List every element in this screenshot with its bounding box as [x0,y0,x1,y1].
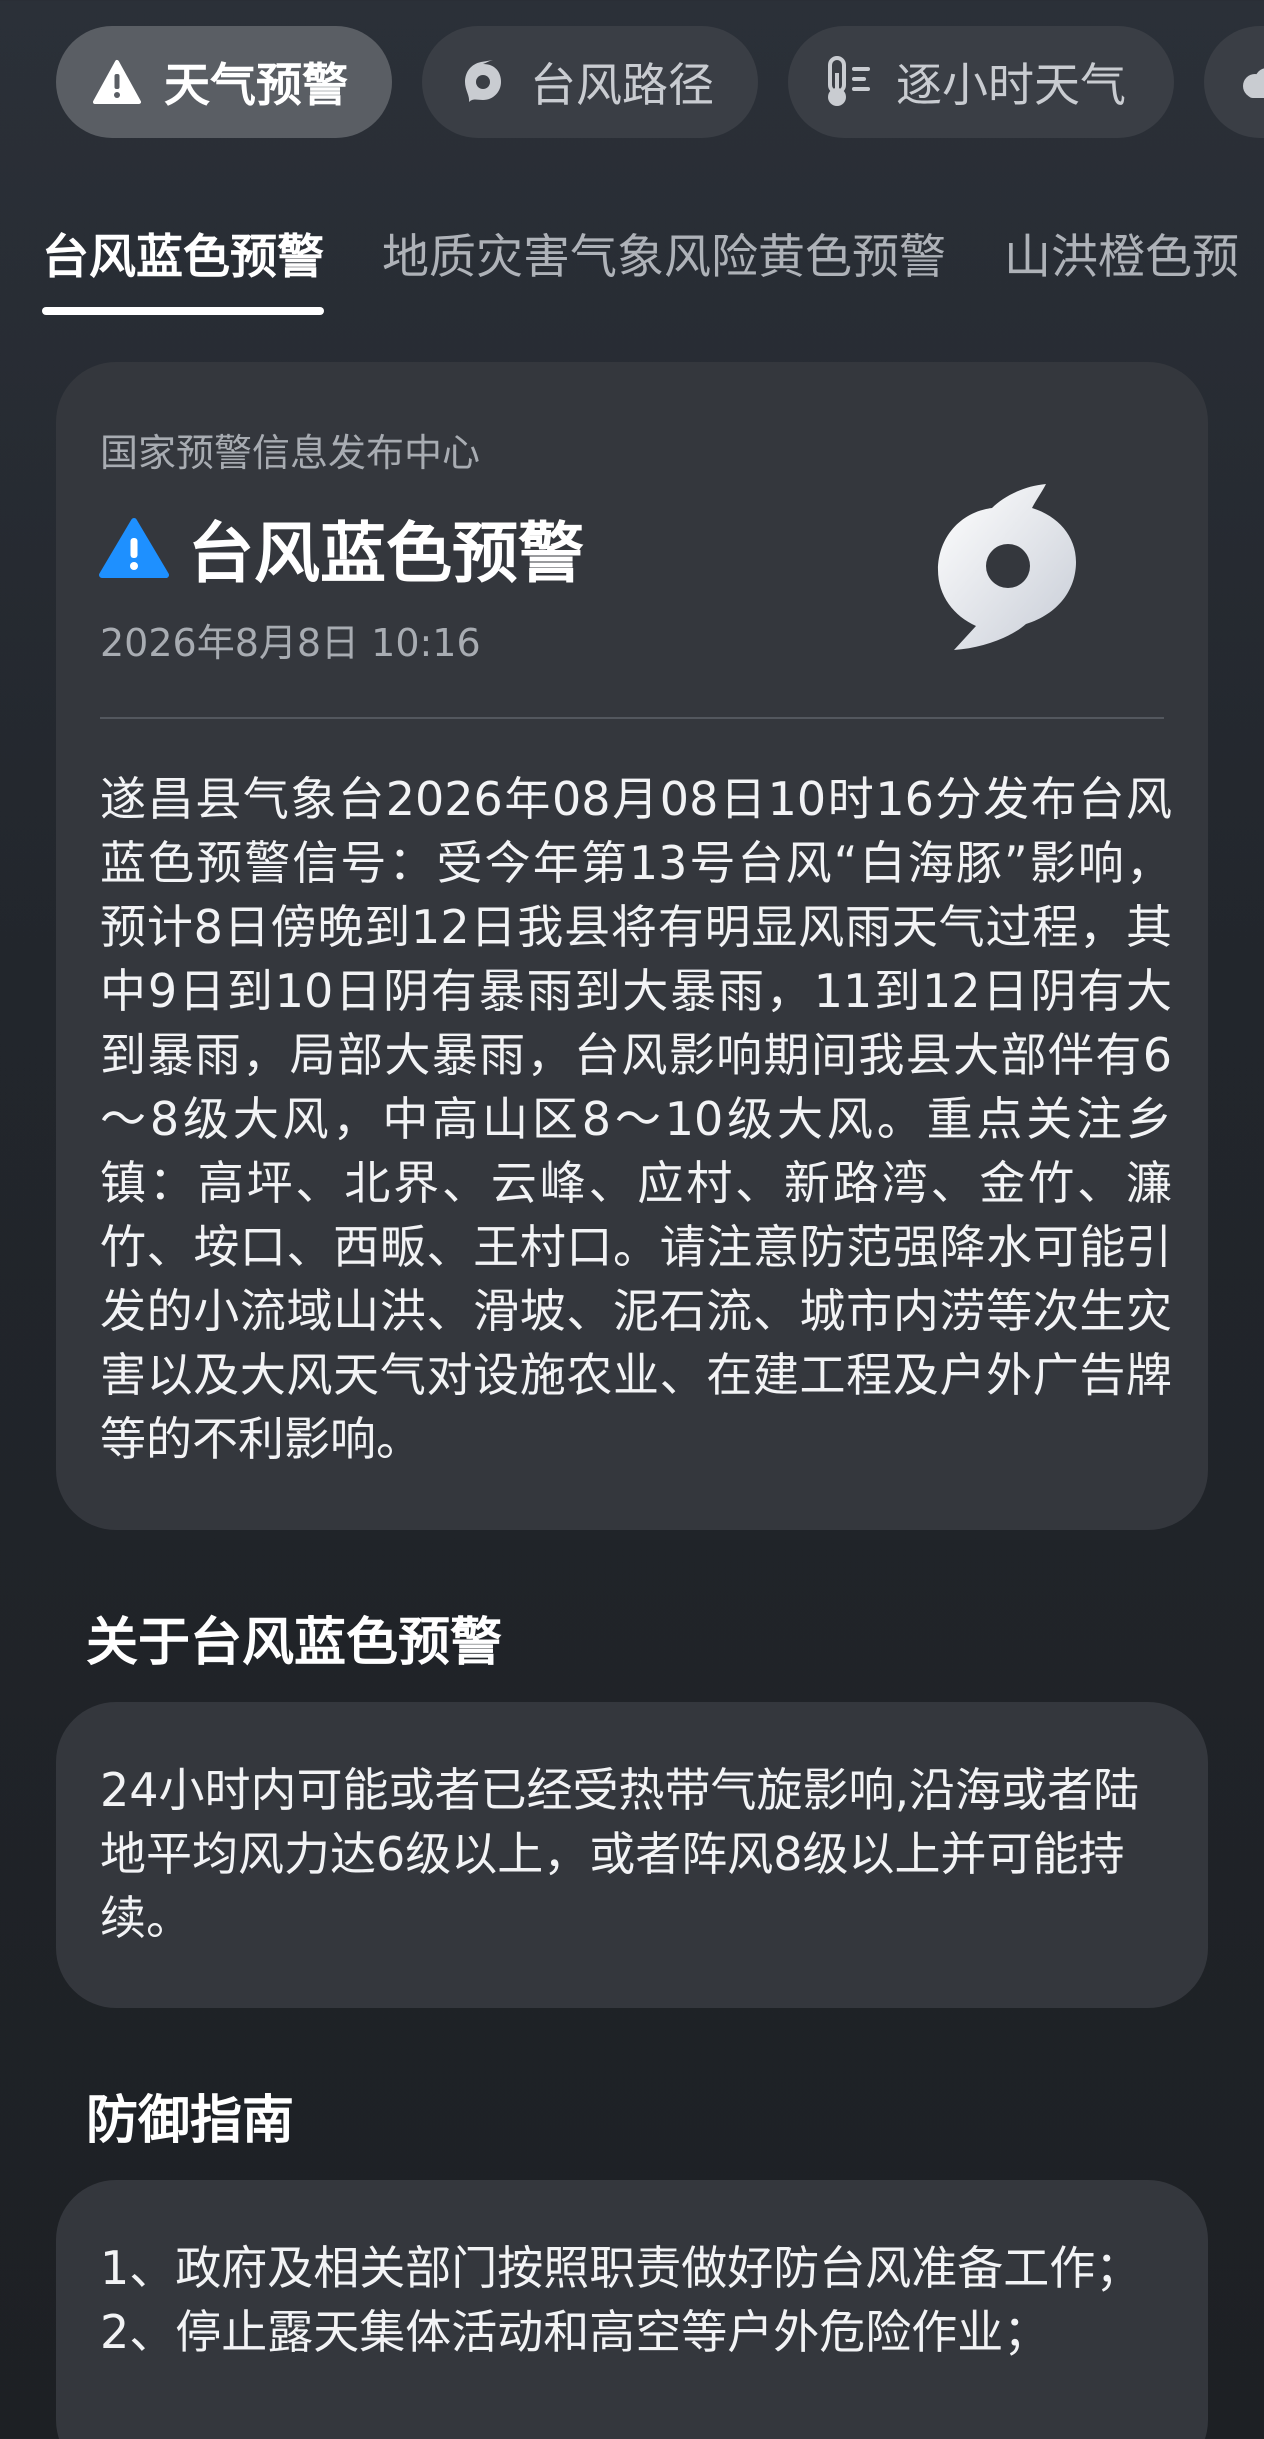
typhoon-icon [456,55,510,109]
chip-hourly-weather[interactable]: 逐小时天气 [788,26,1174,138]
about-text: 24小时内可能或者已经受热带气旋影响,沿海或者陆地平均风力达6级以上，或者阵风8… [100,1763,1140,1945]
warning-card: 国家预警信息发布中心 台风蓝色预警 2026年8月8日 10:16 遂昌县气象台… [56,362,1208,1530]
about-title: 关于台风蓝色预警 [86,1613,503,1673]
thermometer-icon [822,55,876,109]
chip-more[interactable] [1204,26,1264,138]
divider [100,717,1164,719]
guide-title: 防御指南 [86,2091,295,2151]
guide-card: 1、政府及相关部门按照职责做好防台风准备工作； 2、停止露天集体活动和高空等户外… [56,2180,1208,2439]
guide-text: 1、政府及相关部门按照职责做好防台风准备工作； 2、停止露天集体活动和高空等户外… [100,2236,1168,2364]
warning-body: 遂昌县气象台2026年08月08日10时16分发布台风蓝色预警信号：受今年第13… [100,772,1172,1466]
warning-tabs: 台风蓝色预警 地质灾害气象风险黄色预警 山洪橙色预 [42,218,1239,315]
category-chips: 天气预警 台风路径 逐小时天气 [56,26,1264,138]
chip-label: 逐小时天气 [896,58,1126,112]
tab-geo-hazard-yellow[interactable]: 地质灾害气象风险黄色预警 [382,218,946,287]
tab-flash-flood-orange[interactable]: 山洪橙色预 [1004,218,1239,287]
guide-line: 1、政府及相关部门按照职责做好防台风准备工作； [100,2241,1142,2295]
warning-title-row: 台风蓝色预警 [98,500,584,596]
chip-label: 台风路径 [530,58,714,112]
chip-weather-warning[interactable]: 天气预警 [56,26,392,138]
typhoon-icon [926,478,1086,658]
chip-label: 天气预警 [164,58,348,112]
about-card: 24小时内可能或者已经受热带气旋影响,沿海或者陆地平均风力达6级以上，或者阵风8… [56,1702,1208,2008]
guide-line: 2、停止露天集体活动和高空等户外危险作业； [100,2305,1050,2359]
chip-typhoon-path[interactable]: 台风路径 [422,26,758,138]
tab-typhoon-blue[interactable]: 台风蓝色预警 [42,218,324,315]
warning-source: 国家预警信息发布中心 [100,431,481,475]
warning-triangle-icon [98,516,170,580]
warning-triangle-icon [90,55,144,109]
warning-time: 2026年8月8日 10:16 [100,621,481,665]
warning-title: 台风蓝色预警 [188,515,584,592]
cloud-icon [1234,55,1264,109]
